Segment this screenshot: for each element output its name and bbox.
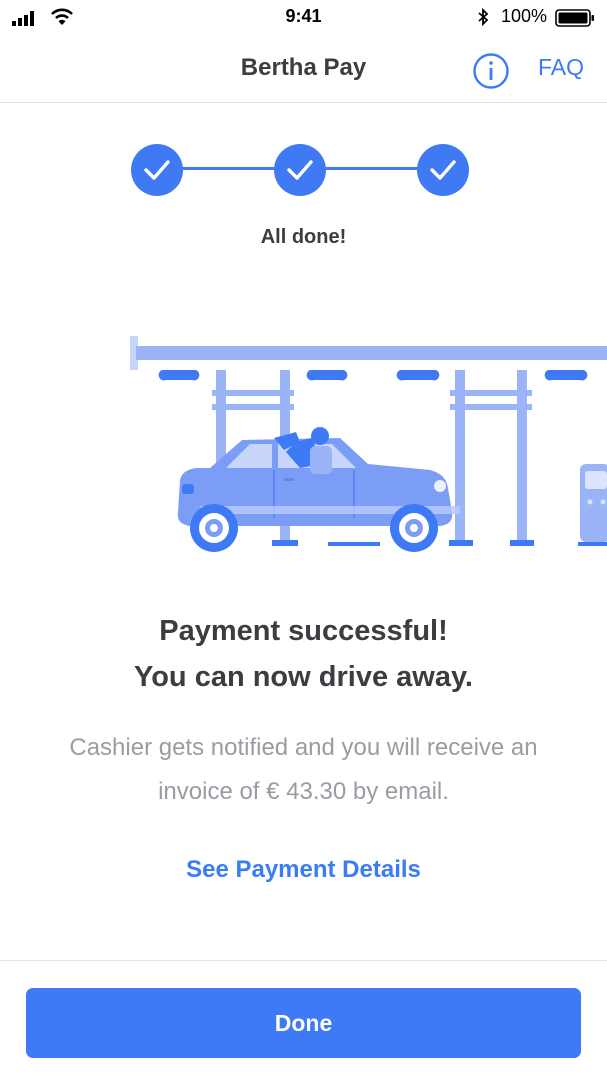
step-caption: All done!: [260, 226, 347, 248]
progress-stepper: [0, 140, 607, 200]
success-description: Cashier gets notified and you will recei…: [20, 726, 587, 814]
bluetooth-icon: [478, 8, 489, 26]
step-connector: [314, 167, 434, 170]
divider: [0, 960, 607, 961]
step-connector: [170, 167, 290, 170]
headline-line-1: Payment successful!: [159, 615, 448, 647]
step-1-complete: [131, 144, 183, 196]
page-title: Bertha Pay: [240, 54, 367, 81]
car-at-gas-station-illustration: [130, 336, 607, 552]
battery-icon: [555, 9, 594, 27]
done-button[interactable]: Done: [26, 988, 581, 1058]
checkmark-icon: [144, 160, 170, 180]
description-line-1: Cashier gets notified and you will recei…: [69, 734, 538, 761]
step-2-complete: [274, 144, 326, 196]
faq-link[interactable]: FAQ: [538, 54, 584, 81]
info-icon[interactable]: [472, 52, 510, 90]
headline-line-2: You can now drive away.: [134, 661, 473, 693]
checkmark-icon: [287, 160, 313, 180]
description-line-2: invoice of € 43.30 by email.: [158, 778, 449, 805]
status-bar: 9:41 100%: [0, 0, 607, 36]
checkmark-icon: [430, 160, 456, 180]
nav-bar: Bertha Pay FAQ: [0, 36, 607, 103]
success-headline: Payment successful! You can now drive aw…: [0, 608, 607, 700]
step-3-complete: [417, 144, 469, 196]
see-payment-details-link[interactable]: See Payment Details: [0, 856, 607, 884]
battery-percentage: 100%: [500, 6, 547, 26]
